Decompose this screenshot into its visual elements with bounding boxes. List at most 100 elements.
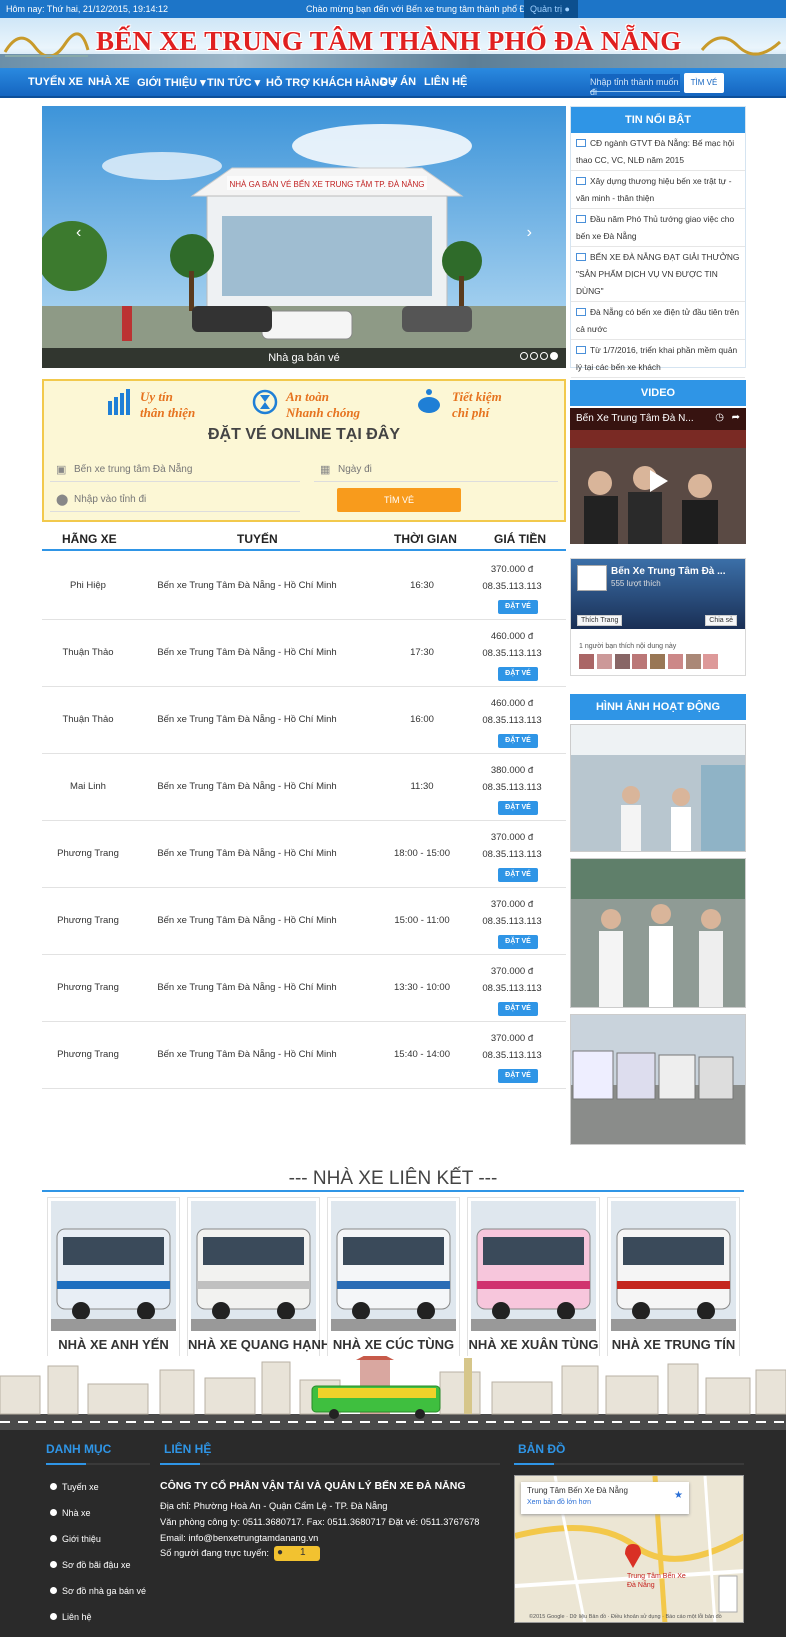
activity-photo-1[interactable] xyxy=(570,724,746,852)
slider-next-icon[interactable]: › xyxy=(527,224,532,242)
slider-dot-1[interactable] xyxy=(520,352,528,360)
footer-link-label[interactable]: Liên hệ xyxy=(62,1612,92,1622)
slider-prev-icon[interactable]: ‹ xyxy=(76,224,81,242)
row-price: 370.000 đ 08.35.113.113 xyxy=(472,561,552,595)
station-sign: NHÀ GA BÁN VÉ BẾN XE TRUNG TÂM TP. ĐÀ NẴ… xyxy=(229,179,424,189)
partner-name[interactable]: NHÀ XE TRUNG TÍN xyxy=(608,1337,739,1352)
book-ticket-button[interactable]: ĐẶT VÉ xyxy=(498,801,538,815)
news-item[interactable]: Xây dựng thương hiệu bến xe trật tự - vă… xyxy=(571,171,745,209)
avatar[interactable] xyxy=(703,654,719,669)
fb-page-name[interactable]: Bến Xe Trung Tâm Đà ... xyxy=(611,566,725,577)
admin-link[interactable]: Quản trị ● xyxy=(524,0,578,18)
fb-share-button[interactable]: Chia sẻ xyxy=(705,615,737,626)
nav-lien-he[interactable]: LIÊN HỆ xyxy=(424,76,467,88)
fb-like-button[interactable]: Thích Trang xyxy=(577,615,623,626)
partner-bus-photo[interactable] xyxy=(191,1201,316,1331)
news-item-text[interactable]: Đầu năm Phó Thủ tướng giao việc cho bến … xyxy=(576,214,734,241)
book-ticket-button[interactable]: ĐẶT VÉ xyxy=(498,868,538,882)
footer-link-parking-map[interactable]: Sơ đồ bãi đậu xe xyxy=(50,1560,130,1570)
footer-link-label[interactable]: Nhà xe xyxy=(62,1508,91,1518)
book-ticket-button[interactable]: ĐẶT VÉ xyxy=(498,734,538,748)
partner-bus-photo[interactable] xyxy=(471,1201,596,1331)
slider-dots xyxy=(518,352,558,363)
avatar[interactable] xyxy=(650,654,666,669)
partner-name[interactable]: NHÀ XE CÚC TÙNG xyxy=(328,1337,459,1352)
table-row: Phi Hiệp Bến xe Trung Tâm Đà Nẵng - Hồ Ch… xyxy=(42,553,566,620)
footer-link-label[interactable]: Sơ đồ nhà ga bán vé xyxy=(62,1586,146,1596)
row-route: Bến xe Trung Tâm Đà Nẵng - Hồ Chí Minh xyxy=(157,915,337,926)
departure-date-input[interactable]: ▦ Ngày đi xyxy=(314,460,558,482)
partner-bus-photo[interactable] xyxy=(331,1201,456,1331)
video-player[interactable]: Bến Xe Trung Tâm Đà N... ◷ ➦ xyxy=(570,408,746,544)
nav-ho-tro[interactable]: HỖ TRỢ KHÁCH HÀNG ▾ xyxy=(266,76,396,89)
footer-link-station-map[interactable]: Sơ đồ nhà ga bán vé xyxy=(50,1586,146,1596)
news-item-text[interactable]: BẾN XE ĐÀ NẴNG ĐẠT GIẢI THƯỞNG "SẢN PHẨM… xyxy=(576,252,739,296)
row-route: Bến xe Trung Tâm Đà Nẵng - Hồ Chí Minh xyxy=(157,647,337,658)
google-map[interactable]: Trung Tâm Bến Xe Đà Nẵng Xem bản đồ lớn … xyxy=(514,1475,744,1623)
footer-link-label[interactable]: Tuyến xe xyxy=(62,1482,99,1492)
slider-dot-4[interactable] xyxy=(550,352,558,360)
news-item[interactable]: Đà Nẵng có bến xe điện tử đầu tiên trên … xyxy=(571,302,745,340)
admin-label[interactable]: Quản trị xyxy=(530,4,562,14)
news-item[interactable]: Từ 1/7/2016, triển khai phần mềm quản lý… xyxy=(571,340,745,378)
destination-search-input[interactable]: Nhập tỉnh thành muốn đi xyxy=(590,74,680,97)
video-widget: VIDEO Bến Xe Trung Tâm Đà N... ◷ ➦ xyxy=(570,380,746,544)
book-ticket-button[interactable]: ĐẶT VÉ xyxy=(498,1002,538,1016)
nav-nha-xe[interactable]: NHÀ XE xyxy=(88,76,130,88)
partner-card[interactable]: NHÀ XE QUANG HẠNH xyxy=(187,1197,330,1357)
avatar[interactable] xyxy=(596,654,612,669)
destination-input[interactable]: ⬤ Nhập vào tỉnh đi xyxy=(50,490,300,512)
book-ticket-button[interactable]: ĐẶT VÉ xyxy=(498,667,538,681)
partner-card[interactable]: NHÀ XE TRUNG TÍN xyxy=(607,1197,740,1357)
partner-bus-photo[interactable] xyxy=(611,1201,736,1331)
partner-name[interactable]: NHÀ XE QUANG HẠNH xyxy=(188,1337,330,1352)
news-item-text[interactable]: Xây dựng thương hiệu bến xe trật tự - vă… xyxy=(576,176,732,203)
partner-name[interactable]: NHÀ XE ANH YẾN xyxy=(48,1337,179,1352)
nav-tuyen-xe[interactable]: TUYẾN XE xyxy=(28,76,83,88)
activity-photo-3[interactable] xyxy=(570,1014,746,1145)
avatar[interactable] xyxy=(667,654,683,669)
nav-du-an[interactable]: DỰ ÁN xyxy=(380,76,416,88)
company-email[interactable]: Email: info@benxetrungtamdanang.vn xyxy=(160,1533,318,1543)
news-item[interactable]: Đầu năm Phó Thủ tướng giao việc cho bến … xyxy=(571,209,745,247)
news-item[interactable]: CĐ ngành GTVT Đà Nẵng: Bế mạc hội thao C… xyxy=(571,133,745,171)
partner-card[interactable]: NHÀ XE ANH YẾN xyxy=(47,1197,180,1357)
from-station-select[interactable]: ▣ Bến xe trung tâm Đà Nẵng xyxy=(50,460,300,482)
book-ticket-button[interactable]: ĐẶT VÉ xyxy=(498,935,538,949)
avatar[interactable] xyxy=(579,654,594,669)
partner-card[interactable]: NHÀ XE XUÂN TÙNG xyxy=(467,1197,600,1357)
clock-icon[interactable]: ◷ xyxy=(715,412,724,423)
avatar[interactable] xyxy=(614,654,630,669)
footer-link-gioi-thieu[interactable]: Giới thiệu xyxy=(50,1534,101,1544)
news-item-text[interactable]: CĐ ngành GTVT Đà Nẵng: Bế mạc hội thao C… xyxy=(576,138,734,165)
footer-link-nha-xe[interactable]: Nhà xe xyxy=(50,1508,91,1518)
nav-gioi-thieu[interactable]: GIỚI THIỆU ▾ xyxy=(137,76,206,89)
footer-link-label[interactable]: Sơ đồ bãi đậu xe xyxy=(62,1560,130,1570)
nav-tin-tuc[interactable]: TIN TỨC ▾ xyxy=(207,76,260,89)
star-icon[interactable]: ★ xyxy=(674,1490,683,1501)
footer-link-tuyen-xe[interactable]: Tuyến xe xyxy=(50,1482,99,1492)
slider-dot-2[interactable] xyxy=(530,352,538,360)
footer-link-label[interactable]: Giới thiệu xyxy=(62,1534,101,1544)
partner-name[interactable]: NHÀ XE XUÂN TÙNG xyxy=(468,1337,599,1352)
hero-slider[interactable]: NHÀ GA BÁN VÉ BẾN XE TRUNG TÂM TP. ĐÀ NẴ… xyxy=(42,106,566,368)
map-larger-link[interactable]: Xem bản đồ lớn hơn xyxy=(527,1499,591,1506)
site-title[interactable]: BẾN XE TRUNG TÂM THÀNH PHỐ ĐÀ NẴNG xyxy=(96,26,682,57)
partner-card[interactable]: NHÀ XE CÚC TÙNG xyxy=(327,1197,460,1357)
find-ticket-button[interactable]: TÌM VÉ xyxy=(337,488,461,512)
partner-bus-photo[interactable] xyxy=(51,1201,176,1331)
search-button[interactable]: TÌM VÉ xyxy=(684,73,724,93)
avatar[interactable] xyxy=(685,654,701,669)
share-icon[interactable]: ➦ xyxy=(732,412,740,423)
underline-accent xyxy=(46,1463,86,1465)
book-ticket-button[interactable]: ĐẶT VÉ xyxy=(498,1069,538,1083)
news-item-text[interactable]: Đà Nẵng có bến xe điện tử đầu tiên trên … xyxy=(576,307,739,334)
slider-caption: Nhà ga bán vé xyxy=(42,348,566,368)
book-ticket-button[interactable]: ĐẶT VÉ xyxy=(498,600,538,614)
avatar[interactable] xyxy=(632,654,648,669)
news-item-text[interactable]: Từ 1/7/2016, triển khai phần mềm quản lý… xyxy=(576,345,737,372)
news-item[interactable]: BẾN XE ĐÀ NẴNG ĐẠT GIẢI THƯỞNG "SẢN PHẨM… xyxy=(571,247,745,302)
slider-dot-3[interactable] xyxy=(540,352,548,360)
activity-photo-2[interactable] xyxy=(570,858,746,1008)
footer-link-lien-he[interactable]: Liên hệ xyxy=(50,1612,92,1622)
